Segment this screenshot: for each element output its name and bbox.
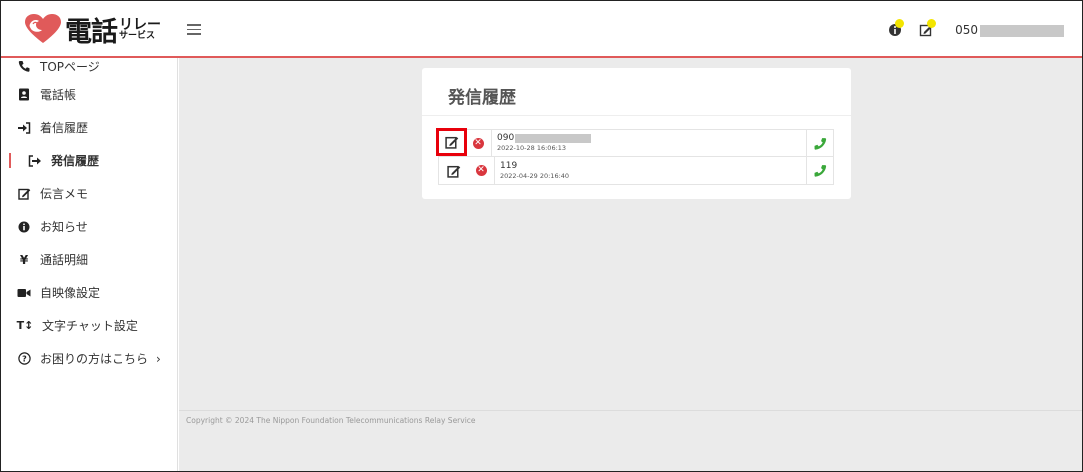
chevron-right-icon: › — [156, 351, 161, 366]
dialed-number: 119 — [500, 160, 806, 171]
footer-divider — [179, 410, 1082, 411]
logo[interactable]: 電話 リレー サービス — [23, 11, 173, 48]
top-header: 電話 リレー サービス 050 — [1, 1, 1082, 58]
call-datetime: 2022-04-29 20:16:40 — [500, 171, 570, 180]
redial-button[interactable] — [806, 129, 833, 157]
sidebar-item-label: 発信履歴 — [51, 154, 100, 168]
svg-text:?: ? — [22, 354, 27, 363]
delete-button[interactable]: ✕ — [468, 157, 495, 184]
memo-edit-icon — [16, 187, 32, 201]
number-mask — [515, 134, 592, 144]
history-info: 119 2022-04-29 20:16:40 — [495, 160, 806, 180]
help-icon: ? — [16, 352, 32, 366]
logo-sub-bottom: サービス — [119, 30, 156, 41]
edit-icon — [444, 136, 458, 149]
sidebar-item-label: TOPページ — [40, 59, 100, 74]
number-text: 119 — [500, 160, 518, 171]
sidebar-item-notices[interactable]: お知らせ — [1, 210, 177, 243]
sidebar-item-label: お知らせ — [40, 220, 88, 234]
outgoing-history-card: 発信履歴 ✕ 090 2022-10-28 16:06:13 ✕ 119 202… — [422, 68, 851, 199]
notification-info-icon[interactable] — [887, 19, 907, 39]
delete-button[interactable]: ✕ — [465, 129, 492, 157]
sidebar-item-memo[interactable]: 伝言メモ — [1, 177, 177, 210]
sidebar-item-label: 伝言メモ — [40, 187, 89, 201]
sidebar-item-label: 文字チャット設定 — [42, 319, 138, 333]
sidebar-item-label: 通話明細 — [40, 253, 89, 267]
text-size-icon: T↕ — [16, 319, 34, 332]
history-list: ✕ 090 2022-10-28 16:06:13 ✕ 119 2022-04-… — [436, 128, 834, 185]
page-title: 発信履歴 — [448, 88, 516, 108]
sidebar-item-text-chat-settings[interactable]: T↕ 文字チャット設定 — [1, 309, 177, 342]
heart-logo-icon — [23, 13, 63, 45]
sidebar-item-label: 着信履歴 — [40, 121, 89, 135]
delete-icon: ✕ — [472, 137, 484, 149]
edit-icon — [446, 165, 460, 178]
address-book-icon — [16, 88, 32, 102]
edit-memo-button[interactable] — [439, 157, 468, 184]
sidebar-item-call-details[interactable]: ¥ 通話明細 — [1, 243, 177, 276]
dialed-number: 090 — [497, 133, 806, 144]
info-icon — [16, 220, 32, 234]
video-icon — [16, 286, 32, 300]
sidebar-item-top[interactable]: TOPページ — [1, 54, 177, 78]
history-info: 090 2022-10-28 16:06:13 — [492, 134, 806, 152]
phone-mask — [980, 24, 1064, 37]
sidebar-item-outgoing-history[interactable]: 発信履歴 — [1, 144, 177, 177]
call-datetime: 2022-10-28 16:06:13 — [497, 144, 567, 153]
edit-memo-button[interactable] — [436, 128, 467, 156]
incoming-icon — [16, 121, 32, 135]
phone-call-icon — [814, 137, 826, 150]
phone-call-icon — [814, 165, 826, 177]
sidebar-item-label: お困りの方はこちら — [40, 352, 149, 366]
main-content: 発信履歴 ✕ 090 2022-10-28 16:06:13 ✕ 119 202… — [179, 58, 1082, 471]
user-phone-number: 050 — [955, 23, 1064, 37]
yen-icon: ¥ — [19, 252, 29, 267]
phone-icon — [16, 59, 32, 73]
sidebar-item-label: 自映像設定 — [40, 286, 101, 300]
logo-sub-top: リレー — [119, 16, 161, 33]
sidebar: TOPページ 電話帳 着信履歴 発信履歴 伝言メモ お知らせ ¥ 通話明細 自映… — [1, 58, 178, 471]
sidebar-item-label: 電話帳 — [40, 88, 77, 102]
divider — [422, 115, 851, 116]
sidebar-item-video-settings[interactable]: 自映像設定 — [1, 276, 177, 309]
delete-icon: ✕ — [475, 165, 487, 176]
history-row: ✕ 119 2022-04-29 20:16:40 — [438, 157, 834, 185]
phone-prefix: 050 — [955, 23, 978, 37]
number-text: 090 — [497, 133, 515, 144]
outgoing-icon — [27, 154, 43, 168]
sidebar-item-help[interactable]: ? お困りの方はこちら › — [1, 342, 177, 375]
sidebar-item-phonebook[interactable]: 電話帳 — [1, 78, 177, 111]
menu-toggle-icon[interactable] — [187, 24, 201, 35]
sidebar-item-incoming-history[interactable]: 着信履歴 — [1, 111, 177, 144]
redial-button[interactable] — [806, 157, 833, 184]
history-row: ✕ 090 2022-10-28 16:06:13 — [436, 128, 834, 157]
memo-notification-icon[interactable] — [919, 19, 939, 39]
app-window: 電話 リレー サービス 050 TOPページ 電話帳 着信履歴 発信履歴 伝言メ… — [0, 0, 1083, 472]
copyright-text: Copyright © 2024 The Nippon Foundation T… — [186, 416, 476, 425]
logo-text: 電話 — [65, 16, 118, 48]
logo-subtext: リレー サービス — [119, 18, 161, 41]
header-status-area: 050 — [887, 19, 1064, 39]
